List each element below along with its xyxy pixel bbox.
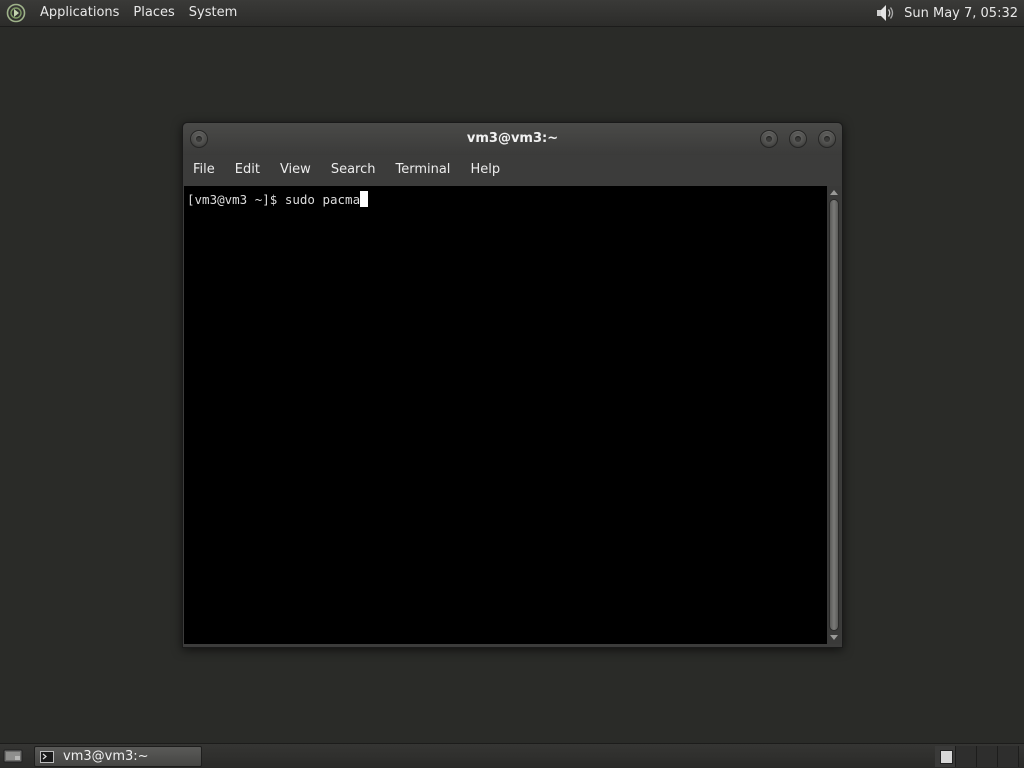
menu-view[interactable]: View [270,155,321,185]
close-button[interactable] [818,130,836,148]
terminal-scrollbar[interactable] [827,186,841,644]
places-menu[interactable]: Places [126,0,181,26]
terminal-output[interactable]: [vm3@vm3 ~]$ sudo pacma [184,186,827,644]
workspace-1[interactable] [935,746,956,767]
taskbar-item-label: vm3@vm3:~ [63,749,149,764]
menu-help[interactable]: Help [460,155,510,185]
menu-file[interactable]: File [183,155,225,185]
scroll-down-arrow-icon[interactable] [827,632,841,644]
desktop: Applications Places System Sun May 7, 05… [0,0,1024,768]
taskbar-item-terminal[interactable]: vm3@vm3:~ [34,746,202,767]
distro-logo-icon[interactable] [6,3,26,23]
terminal-input-text: sudo pacma [284,192,361,207]
clock[interactable]: Sun May 7, 05:32 [904,6,1020,21]
workspace-3[interactable] [977,746,998,767]
speaker-volume-icon[interactable] [874,2,896,24]
terminal-window: vm3@vm3:~ File Edit View Search Terminal… [182,122,843,648]
minimize-button[interactable] [760,130,778,148]
text-cursor [360,191,369,207]
workspace-2[interactable] [956,746,977,767]
applications-menu[interactable]: Applications [33,0,126,26]
menu-search[interactable]: Search [321,155,386,185]
workspace-switcher [935,746,1023,767]
bottom-panel: vm3@vm3:~ [0,743,1024,768]
terminal-icon [40,750,54,763]
top-panel-menus: Applications Places System [6,0,244,26]
top-panel: Applications Places System Sun May 7, 05… [0,0,1024,27]
window-title: vm3@vm3:~ [466,131,559,146]
terminal-command-line: [vm3@vm3 ~]$ sudo pacma [187,191,369,208]
show-desktop-icon[interactable] [2,747,24,765]
maximize-button[interactable] [789,130,807,148]
workspace-window-preview [940,750,953,764]
menu-terminal[interactable]: Terminal [385,155,460,185]
scroll-up-arrow-icon[interactable] [827,186,841,198]
top-panel-tray: Sun May 7, 05:32 [874,0,1020,26]
window-titlebar[interactable]: vm3@vm3:~ [183,123,842,155]
workspace-4[interactable] [998,746,1019,767]
terminal-prompt: [vm3@vm3 ~]$ [187,192,285,207]
terminal-menubar: File Edit View Search Terminal Help [183,155,842,185]
scrollbar-thumb[interactable] [829,199,839,631]
menu-edit[interactable]: Edit [225,155,270,185]
system-menu[interactable]: System [182,0,244,26]
